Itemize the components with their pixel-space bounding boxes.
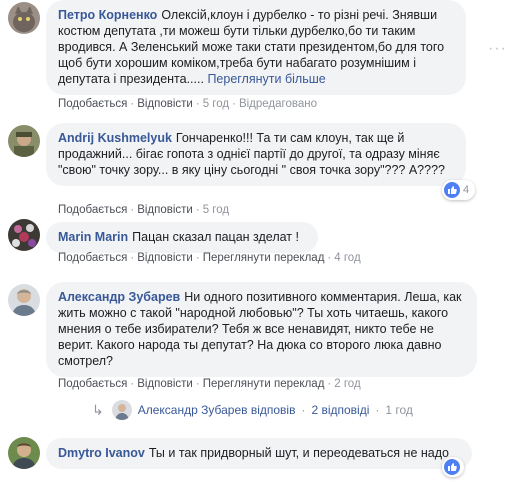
comment-author[interactable]: Andrij Kushmelyuk: [58, 131, 172, 145]
replies-time: 1 год: [385, 403, 413, 417]
comment-bubble: Andrij Kushmelyuk Гончаренко!!! Та ти сам…: [46, 123, 466, 186]
edited-label: Відредаговано: [238, 98, 317, 110]
comment-bubble: Александр Зубарев Ни одного позитивного к…: [46, 282, 477, 377]
man-avatar[interactable]: [8, 284, 40, 316]
translate-link[interactable]: Переглянути переклад: [203, 252, 325, 264]
cat-avatar[interactable]: [8, 2, 40, 34]
timestamp[interactable]: 5 год: [203, 98, 229, 110]
see-more-link[interactable]: Переглянути більше: [207, 72, 325, 86]
reply-arrow-icon: ↳: [92, 401, 104, 418]
timestamp[interactable]: 2 год: [334, 378, 360, 390]
reaction-number: 4: [463, 184, 470, 196]
reaction-count[interactable]: 4: [442, 180, 476, 200]
replies-summary[interactable]: ↳ Александр Зубарев відповів · 2 відпові…: [92, 400, 413, 420]
like-link[interactable]: Подобається: [58, 252, 127, 264]
like-link[interactable]: Подобається: [58, 378, 127, 390]
reply-link[interactable]: Відповісти: [137, 98, 193, 110]
comment-text: Ты и так придворный шут, и переодеваться…: [148, 446, 449, 460]
reaction-count[interactable]: [442, 457, 464, 477]
reply-link[interactable]: Відповісти: [137, 252, 193, 264]
replied-by-text[interactable]: Александр Зубарев відповів: [138, 403, 296, 417]
man-green-avatar[interactable]: [8, 437, 40, 469]
translate-link[interactable]: Переглянути переклад: [203, 378, 325, 390]
flowers-avatar[interactable]: [8, 219, 40, 251]
comment-bubble: Петро Корненко Олексій,клоун і дурбелко -…: [46, 0, 466, 95]
more-options-icon[interactable]: ···: [488, 41, 507, 57]
reply-link[interactable]: Відповісти: [137, 378, 193, 390]
like-link[interactable]: Подобається: [58, 98, 127, 110]
comment-author[interactable]: Marin Marin: [58, 230, 128, 244]
comment-bubble: Marin Marin Пацан сказал пацан зделат !: [46, 222, 318, 253]
comment-author[interactable]: Александр Зубарев: [58, 290, 180, 304]
comment-bubble: Dmytro Ivanov Ты и так придворный шут, и …: [46, 438, 472, 469]
comment-author[interactable]: Петро Корненко: [58, 8, 157, 22]
thumbs-up-icon: [444, 182, 460, 198]
comment-actions: Подобається · Відповісти · Переглянути перек…: [58, 378, 361, 390]
replies-count-link[interactable]: 2 відповіді: [311, 403, 369, 417]
thumbs-up-icon: [444, 459, 460, 475]
comment-actions: Подобається · Відповісти · Переглянути перек…: [58, 252, 361, 264]
like-link[interactable]: Подобається: [58, 204, 127, 216]
timestamp[interactable]: 5 год: [203, 204, 229, 216]
comment-actions: Подобається · Відповісти · 5 год: [58, 204, 230, 216]
timestamp[interactable]: 4 год: [334, 252, 360, 264]
soldier-avatar[interactable]: [8, 125, 40, 157]
comment-author[interactable]: Dmytro Ivanov: [58, 446, 145, 460]
replier-avatar: [111, 400, 132, 420]
comment-actions: Подобається · Відповісти · 5 год · Відредагова…: [58, 98, 317, 110]
reply-link[interactable]: Відповісти: [137, 204, 193, 216]
comment-text: Пацан сказал пацан зделат !: [132, 230, 299, 244]
